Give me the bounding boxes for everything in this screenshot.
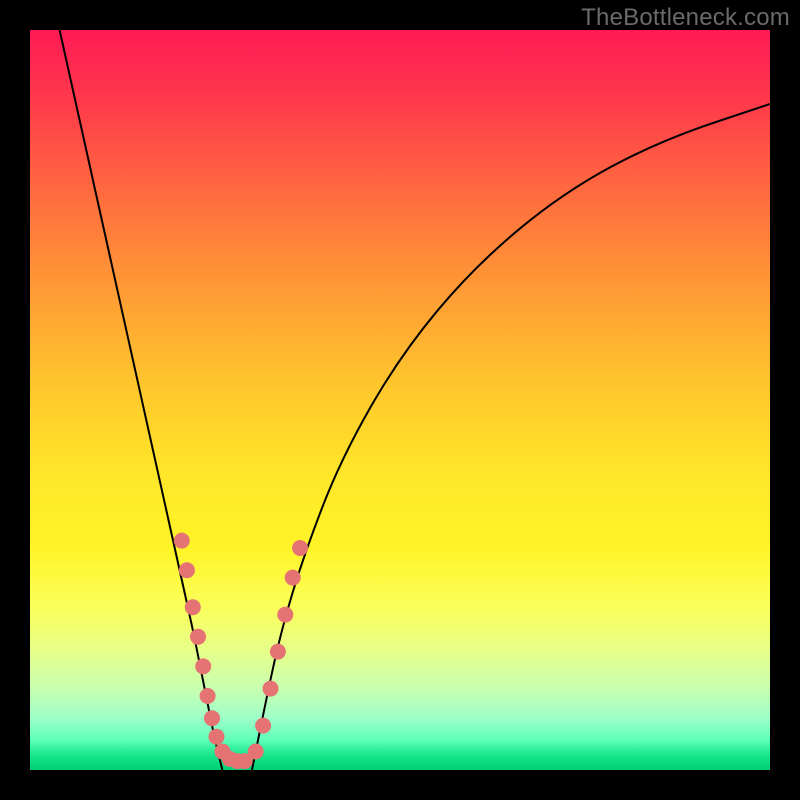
data-dot [185, 599, 201, 615]
data-dots [174, 533, 308, 770]
data-dot [209, 729, 225, 745]
chart-frame: TheBottleneck.com [0, 0, 800, 800]
left-curve [60, 30, 223, 770]
data-dot [204, 710, 220, 726]
watermark-label: TheBottleneck.com [581, 4, 790, 32]
data-dot [248, 744, 264, 760]
data-dot [200, 688, 216, 704]
data-dot [292, 540, 308, 556]
data-dot [190, 629, 206, 645]
data-dot [285, 570, 301, 586]
chart-svg [30, 30, 770, 770]
data-dot [195, 658, 211, 674]
right-curve [252, 104, 770, 770]
data-dot [277, 607, 293, 623]
data-dot [174, 533, 190, 549]
data-dot [263, 681, 279, 697]
data-dot [255, 718, 271, 734]
chart-plot-area [30, 30, 770, 770]
data-dot [179, 562, 195, 578]
data-dot [270, 644, 286, 660]
